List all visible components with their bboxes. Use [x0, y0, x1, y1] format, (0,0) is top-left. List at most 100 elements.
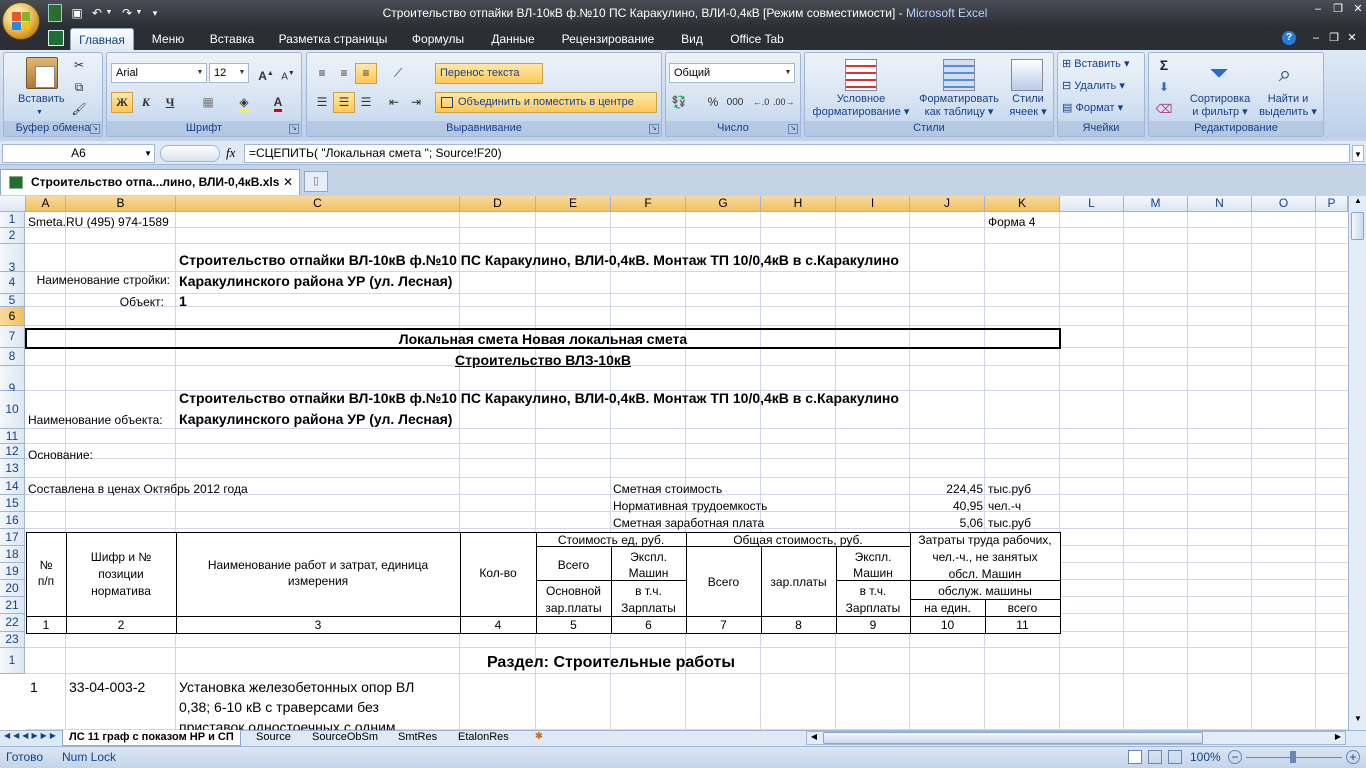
column-number-3[interactable]: 3 [176, 617, 460, 633]
normal-view-icon[interactable] [1128, 750, 1142, 764]
orientation-icon[interactable]: ⟋ [387, 63, 409, 84]
column-header-d[interactable]: D [460, 196, 536, 212]
tab-page-layout[interactable]: Разметка страницы [272, 28, 394, 50]
column-number-8[interactable]: 8 [761, 617, 836, 633]
row-header-23[interactable]: 23 [0, 632, 25, 648]
column-number-11[interactable]: 11 [985, 617, 1060, 633]
cell-styles-button[interactable]: Стили ячеек ▾ [1005, 93, 1051, 118]
item-number[interactable]: 1 [30, 677, 38, 697]
column-header-b[interactable]: B [66, 196, 176, 212]
tab-office-tab[interactable]: Office Tab [722, 28, 792, 50]
column-header-f[interactable]: F [611, 196, 686, 212]
number-format-combo[interactable]: Общий ▼ [669, 63, 795, 83]
cell-a9[interactable]: Наименование объекта: [28, 412, 163, 428]
align-middle-icon[interactable]: ≡ [333, 63, 355, 84]
column-header-j[interactable]: J [910, 196, 985, 212]
scroll-up-icon[interactable]: ▲ [1351, 196, 1365, 210]
new-tab-icon[interactable]: ▯ [304, 171, 328, 192]
horizontal-scroll-thumb[interactable] [823, 732, 1203, 744]
row-header-20[interactable]: 20 [0, 580, 25, 597]
row-header-16[interactable]: 16 [0, 512, 25, 529]
cell-j13[interactable]: 224,45 [911, 481, 983, 497]
header-qty[interactable]: Кол-во [460, 565, 536, 581]
column-number-5[interactable]: 5 [536, 617, 611, 633]
format-table-button[interactable]: Форматировать как таблицу ▾ [909, 93, 1009, 118]
row-header-6[interactable]: 6 [0, 307, 25, 326]
ribbon-close-icon[interactable]: ✕ [1344, 31, 1360, 45]
scroll-right-icon[interactable]: ▶ [1331, 732, 1345, 744]
cell-f14[interactable]: Нормативная трудоемкость [613, 498, 767, 514]
fill-color-icon[interactable]: ◈ [233, 92, 255, 113]
header-code[interactable]: Шифр и № позиции норматива [66, 549, 176, 600]
scroll-left-icon[interactable]: ◀ [807, 732, 821, 744]
column-number-9[interactable]: 9 [836, 617, 910, 633]
cell-j14[interactable]: 40,95 [911, 498, 983, 514]
underline-button[interactable]: Ч [159, 92, 181, 113]
header-unit-incl[interactable]: в т.ч. Зарплаты [611, 583, 686, 617]
column-header-l[interactable]: L [1060, 196, 1124, 212]
cell-c9-line2[interactable]: Каракулинского района УР (ул. Лесная) [179, 409, 452, 430]
cut-icon[interactable]: ✂ [68, 55, 90, 76]
column-number-4[interactable]: 4 [460, 617, 536, 633]
ribbon-restore-icon[interactable]: ❐ [1326, 31, 1342, 45]
delete-cells-button[interactable]: ⊟ Удалить ▾ [1062, 79, 1125, 92]
ribbon-minimize-icon[interactable]: – [1308, 31, 1324, 45]
row-header-21[interactable]: 21 [0, 597, 25, 614]
column-number-1[interactable]: 1 [26, 617, 66, 633]
cell-k14[interactable]: чел.-ч [988, 498, 1021, 514]
save-icon[interactable]: ▣ [68, 5, 86, 21]
customize-qat-icon[interactable]: ▾ [146, 5, 164, 21]
insert-function-button[interactable]: fx [226, 143, 240, 162]
cell-a7-subtitle[interactable]: Строительство ВЛЗ-10кВ [26, 351, 1060, 369]
name-box-dropdown-icon[interactable]: ▼ [144, 145, 152, 162]
column-header-a[interactable]: A [26, 196, 66, 212]
tab-menu[interactable]: Меню [142, 28, 194, 50]
row-header-7[interactable]: 7 [0, 326, 25, 348]
number-format-dropdown-icon[interactable]: ▼ [782, 64, 794, 82]
cell-j15[interactable]: 5,06 [911, 515, 983, 531]
row-header-22[interactable]: 22 [0, 614, 25, 632]
column-number-2[interactable]: 2 [66, 617, 176, 633]
minimize-icon[interactable]: – [1310, 2, 1326, 16]
paste-button[interactable]: Вставить [18, 93, 65, 105]
zoom-slider-thumb[interactable] [1290, 751, 1296, 763]
row-header-13[interactable]: 13 [0, 459, 25, 478]
horizontal-scrollbar[interactable]: ◀ ▶ [806, 731, 1346, 745]
row-header-15[interactable]: 15 [0, 495, 25, 512]
row-header-5[interactable]: 5 [0, 294, 25, 307]
column-number-7[interactable]: 7 [686, 617, 761, 633]
italic-button[interactable]: К [135, 92, 157, 113]
tab-home[interactable]: Главная [70, 28, 134, 50]
row-header-18[interactable]: 18 [0, 546, 25, 563]
insert-sheet-icon[interactable]: ✱ [530, 731, 548, 745]
scroll-down-icon[interactable]: ▼ [1351, 714, 1365, 728]
cell-k13[interactable]: тыс.руб [988, 481, 1031, 497]
close-icon[interactable]: ✕ [1350, 2, 1366, 16]
sort-filter-button[interactable]: Сортировка и фильтр ▾ [1185, 93, 1255, 118]
decrease-indent-icon[interactable]: ⇤ [383, 92, 405, 113]
sheet-tab-ls11[interactable]: ЛС 11 граф с показом НР и СП [62, 730, 241, 746]
format-painter-icon[interactable]: 🖌 [68, 99, 90, 120]
sheet-tab-smtres[interactable]: SmtRes [392, 730, 443, 746]
zoom-level[interactable]: 100% [1190, 747, 1221, 767]
font-size-combo[interactable]: 12 ▼ [209, 63, 249, 83]
header-total[interactable]: всего [985, 600, 1060, 616]
row-header-11[interactable]: 11 [0, 429, 25, 444]
shrink-font-icon[interactable]: A▼ [277, 63, 299, 84]
header-unit-all[interactable]: Всего [536, 557, 611, 573]
zoom-in-icon[interactable]: + [1346, 750, 1360, 764]
row-header-17[interactable]: 17 [0, 529, 25, 546]
formula-input[interactable]: =СЦЕПИТЬ( "Локальная смета "; Source!F20… [244, 144, 1350, 163]
row-header-24[interactable]: 1 [0, 648, 25, 674]
header-name[interactable]: Наименование работ и затрат, единица изме… [176, 557, 460, 589]
clear-icon[interactable]: ⌫ [1153, 99, 1175, 120]
help-icon[interactable]: ? [1282, 31, 1296, 45]
increase-decimal-icon[interactable]: ←.0 [750, 92, 772, 113]
borders-icon[interactable]: ▦ [197, 92, 219, 113]
row-header-1[interactable]: 1 [0, 212, 25, 228]
page-layout-view-icon[interactable] [1148, 750, 1162, 764]
copy-icon[interactable]: ⧉ [68, 77, 90, 98]
alignment-launcher-icon[interactable]: ↘ [649, 124, 659, 134]
select-all-corner[interactable] [0, 196, 26, 212]
increase-indent-icon[interactable]: ⇥ [405, 92, 427, 113]
